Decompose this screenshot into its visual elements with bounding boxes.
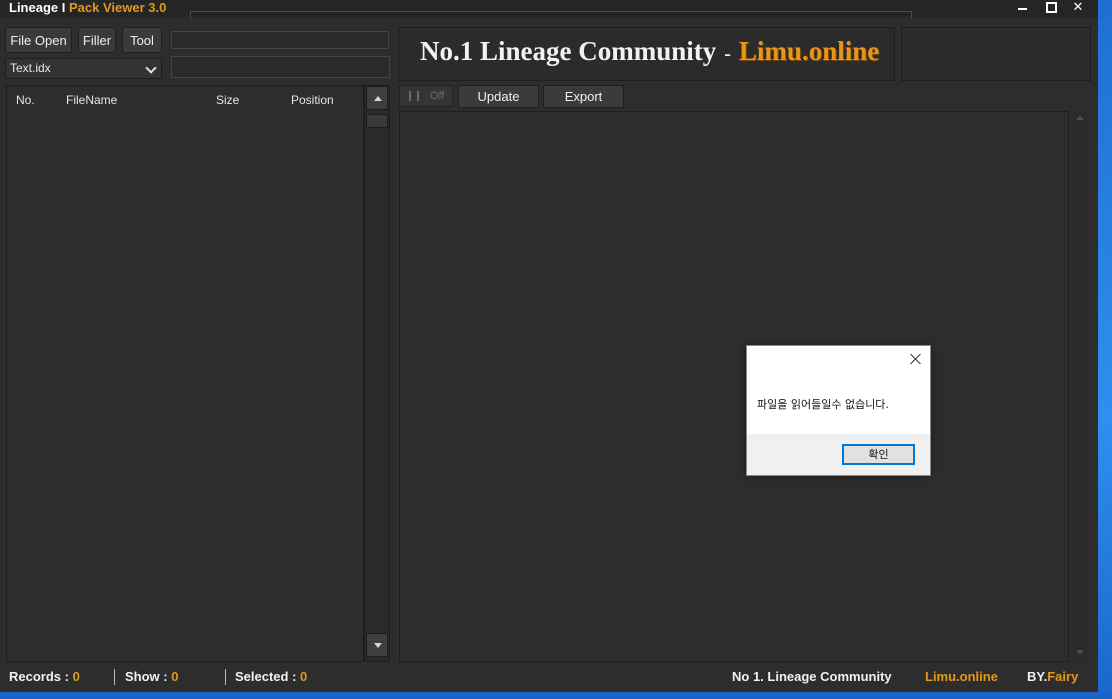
banner-title: No.1 Lineage Community [420,36,717,66]
dialog-ok-button[interactable]: 확인 [842,444,915,465]
status-site-link[interactable]: Limu.online [925,669,998,684]
toggle-label: Off [430,90,445,102]
column-header-filename[interactable]: FileName [66,93,117,107]
maximize-icon [1046,2,1057,13]
desktop-background [1098,0,1112,699]
content-viewer[interactable] [399,111,1069,662]
close-button[interactable]: ✕ [1064,0,1092,16]
viewer-scroll-down-icon[interactable] [1076,650,1084,655]
dialog-close-icon[interactable] [908,351,924,367]
window-title: Lineage I Pack Viewer 3.0 [9,0,166,16]
tool-button[interactable]: Tool [122,27,162,53]
author-name: Fairy [1047,669,1079,684]
update-button[interactable]: Update [458,85,539,108]
show-value: 0 [171,669,179,684]
banner-site-link[interactable]: Limu.online [739,36,879,66]
path-field[interactable] [171,31,389,49]
records-label: Records : [9,669,69,684]
banner-separator: - [724,43,731,65]
show-count: Show : 0 [125,669,178,684]
chevron-down-icon [145,62,157,74]
title-app: Lineage I [9,0,66,15]
minimize-button[interactable] [1008,0,1036,16]
records-value: 0 [72,669,80,684]
close-icon: ✕ [1072,0,1084,14]
title-product: Pack Viewer 3.0 [68,0,167,15]
column-header-position[interactable]: Position [291,93,334,107]
author-label: BY. [1027,669,1048,684]
banner-text: No.1 Lineage Community - Limu.online [420,36,879,67]
file-type-select[interactable]: Text.idx [5,58,162,79]
minimize-icon [1018,8,1027,10]
auto-toggle[interactable]: Off [399,85,453,107]
file-open-button[interactable]: File Open [5,27,72,53]
selected-value: 0 [300,669,308,684]
search-input[interactable] [171,56,390,78]
title-divider [190,11,912,19]
filler-button[interactable]: Filler [78,27,116,53]
selected-label: Selected : [235,669,297,684]
export-button[interactable]: Export [543,85,624,108]
arrow-down-icon [374,643,382,648]
author-credit: BY.Fairy [1027,669,1078,684]
column-header-size[interactable]: Size [216,93,239,107]
show-label: Show : [125,669,168,684]
dialog-message: 파일을 읽어들일수 없습니다. [757,398,889,411]
maximize-button[interactable] [1037,0,1065,16]
status-divider [114,669,115,685]
file-list[interactable] [6,85,364,662]
taskbar-edge [0,692,1112,699]
selected-count: Selected : 0 [235,669,307,684]
info-box [901,27,1091,81]
scroll-up-button[interactable] [366,86,388,110]
status-divider [225,669,226,685]
column-header-no[interactable]: No. [16,93,35,107]
list-scrollbar[interactable] [364,85,390,662]
viewer-scroll-up-icon[interactable] [1076,115,1084,120]
scroll-thumb[interactable] [366,114,388,128]
scroll-down-button[interactable] [366,633,388,657]
pause-icon [409,91,419,101]
arrow-up-icon [374,96,382,101]
records-count: Records : 0 [9,669,80,684]
file-type-value: Text.idx [10,61,51,75]
status-community: No 1. Lineage Community [732,669,892,684]
viewer-scrollbar[interactable] [1071,111,1089,662]
